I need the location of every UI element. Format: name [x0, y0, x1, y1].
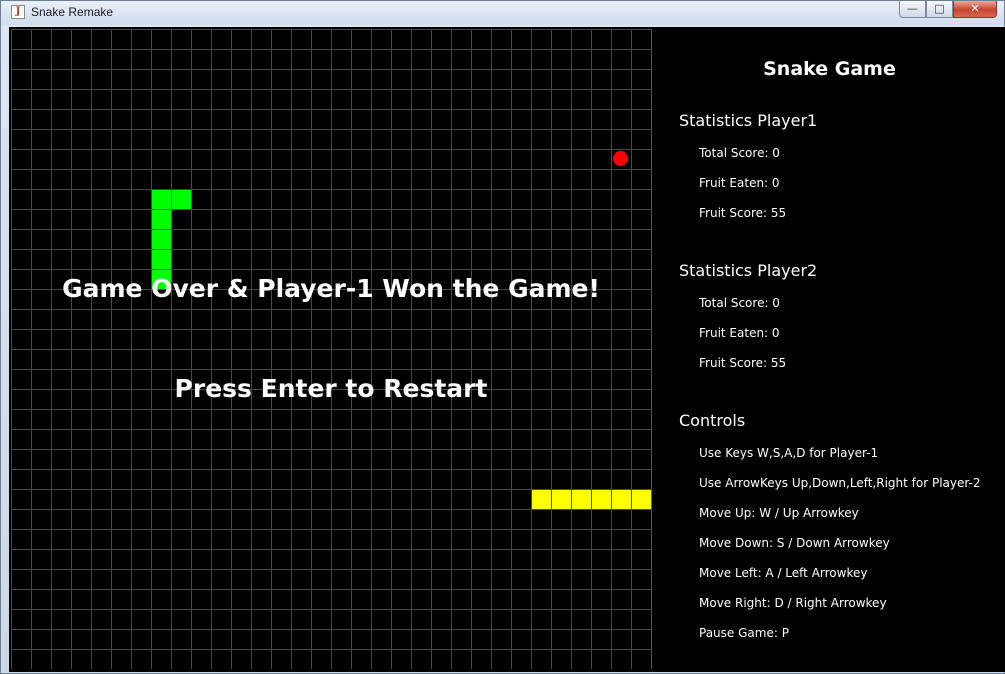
player1-snake-segment: [152, 250, 171, 269]
game-title: Snake Game: [763, 58, 896, 80]
player2-fruit-eaten: Fruit Eaten: 0: [699, 326, 780, 340]
player2-snake-segment: [632, 490, 651, 509]
player2-snake-segment: [532, 490, 551, 509]
control-line: Use Keys W,S,A,D for Player-1: [699, 446, 879, 460]
player2-snake-segment: [612, 490, 631, 509]
player1-snake-segment: [172, 190, 191, 209]
control-line: Move Down: S / Down Arrowkey: [699, 536, 890, 550]
player1-total-score: Total Score: 0: [699, 146, 780, 160]
fruit-icon: [613, 151, 628, 166]
control-line: Move Left: A / Left Arrowkey: [699, 566, 868, 580]
player2-snake-segment: [572, 490, 591, 509]
close-button[interactable]: ✕: [953, 1, 997, 18]
control-line: Move Up: W / Up Arrowkey: [699, 506, 859, 520]
maximize-button[interactable]: □: [926, 1, 953, 18]
title-bar[interactable]: J Snake Remake — □ ✕: [1, 1, 1004, 25]
game-board[interactable]: Game Over & Player-1 Won the Game! Press…: [11, 29, 652, 669]
player1-snake-segment: [152, 210, 171, 229]
control-line: Use ArrowKeys Up,Down,Left,Right for Pla…: [699, 476, 981, 490]
game-client-area: Game Over & Player-1 Won the Game! Press…: [9, 27, 1005, 672]
controls-heading: Controls: [679, 411, 746, 430]
game-over-message: Game Over & Player-1 Won the Game!: [62, 274, 600, 303]
window-title: Snake Remake: [31, 5, 114, 19]
java-cup-icon: J: [11, 5, 25, 19]
player1-snake-segment: [152, 230, 171, 249]
player1-stats-heading: Statistics Player1: [679, 111, 818, 130]
player2-fruit-score: Fruit Score: 55: [699, 356, 787, 370]
minimize-button[interactable]: —: [899, 1, 926, 18]
player1-fruit-eaten: Fruit Eaten: 0: [699, 176, 780, 190]
player2-total-score: Total Score: 0: [699, 296, 780, 310]
player1-snake-segment: [152, 190, 171, 209]
app-window: J Snake Remake — □ ✕ Game Over & Player-…: [0, 0, 1005, 674]
side-panel: Snake Game Statistics Player1 Total Scor…: [653, 27, 1005, 672]
player2-snake-segment: [552, 490, 571, 509]
restart-message: Press Enter to Restart: [174, 374, 488, 403]
player1-fruit-score: Fruit Score: 55: [699, 206, 787, 220]
control-line: Pause Game: P: [699, 626, 789, 640]
control-line: Move Right: D / Right Arrowkey: [699, 596, 887, 610]
player2-stats-heading: Statistics Player2: [679, 261, 818, 280]
player2-snake-segment: [592, 490, 611, 509]
